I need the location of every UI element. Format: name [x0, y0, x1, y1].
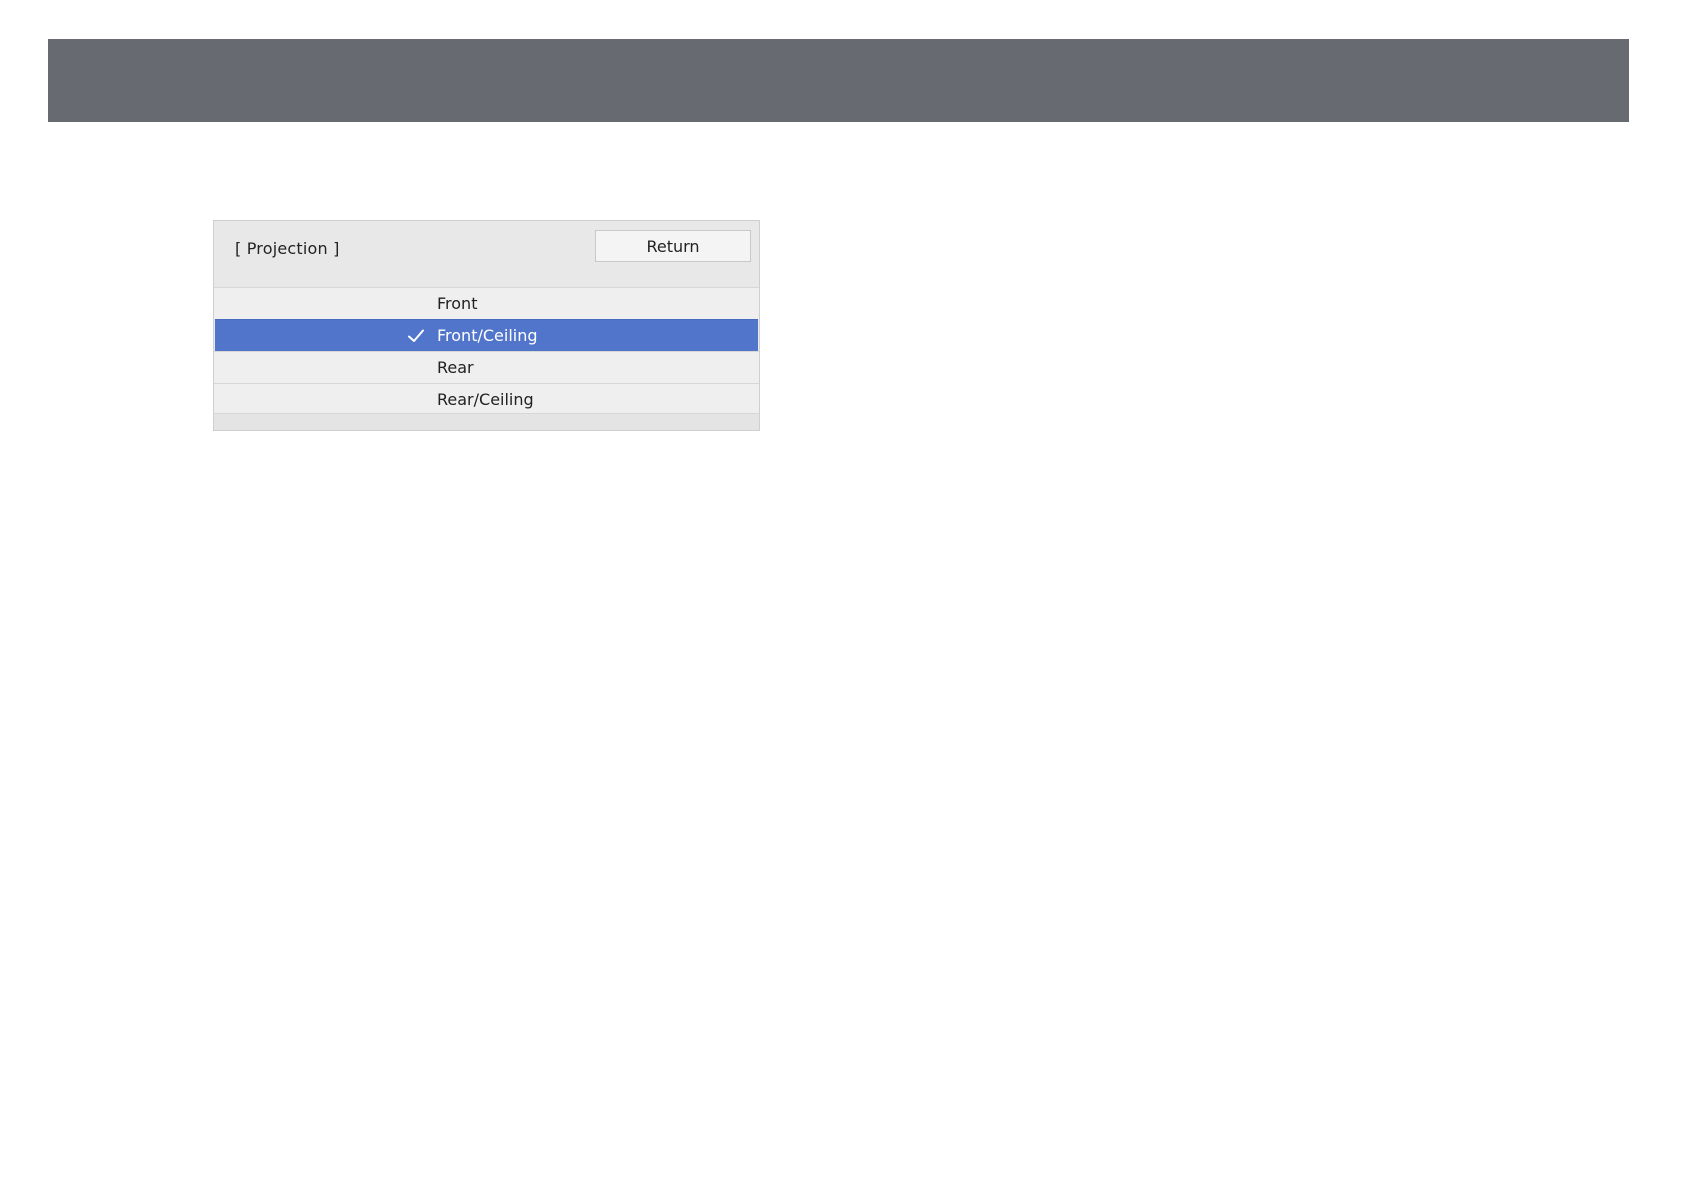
option-rear-ceiling[interactable]: Rear/Ceiling — [214, 383, 759, 415]
option-label: Rear/Ceiling — [437, 390, 534, 409]
projection-menu: [ Projection ] Return Front Front/Ceilin… — [213, 220, 760, 431]
return-button[interactable]: Return — [595, 230, 751, 262]
top-banner — [48, 39, 1629, 122]
option-rear[interactable]: Rear — [214, 351, 759, 383]
option-label: Front/Ceiling — [437, 326, 538, 345]
option-label: Front — [437, 294, 478, 313]
option-front-ceiling[interactable]: Front/Ceiling — [215, 319, 758, 351]
menu-header: [ Projection ] Return — [214, 221, 759, 287]
option-label: Rear — [437, 358, 474, 377]
menu-title: [ Projection ] — [235, 239, 340, 258]
checkmark-icon — [408, 329, 424, 342]
projection-options-list: Front Front/Ceiling Rear Rear/Ceiling — [214, 287, 759, 415]
option-front[interactable]: Front — [214, 287, 759, 319]
menu-footer — [214, 413, 759, 430]
